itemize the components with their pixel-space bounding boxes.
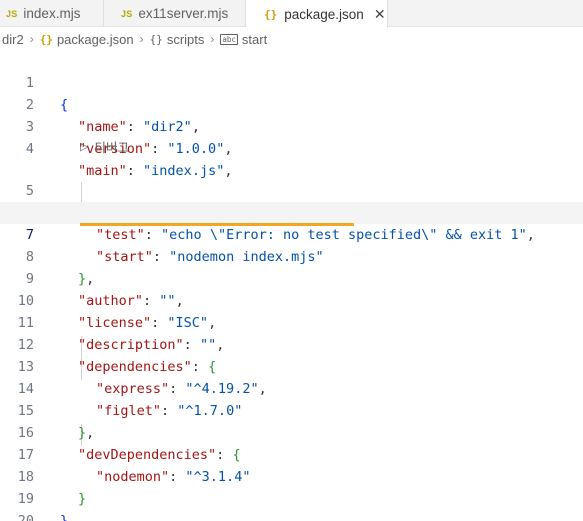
json-file-icon: {}	[264, 7, 278, 21]
line-number: 20	[17, 513, 34, 521]
play-icon: ▷	[80, 140, 89, 153]
object-icon: {}	[149, 32, 163, 46]
javascript-file-icon: JS	[121, 8, 133, 19]
debug-codelens[interactable]: ▷ 디버그	[80, 137, 129, 155]
code-line: 12 "dependencies": {	[0, 312, 583, 375]
code-line: 3 "version": "1.0.0",	[0, 94, 583, 157]
json-file-icon: {}	[39, 32, 53, 46]
code-line: 13 "express": "^4.19.2",	[0, 334, 583, 397]
tab-package-json[interactable]: {} package.json ✕	[246, 0, 388, 28]
code-line: 6 "test": "echo \"Error: no test specifi…	[0, 180, 583, 243]
code-line: 18 }	[0, 444, 583, 507]
breadcrumb-item-start[interactable]: start	[242, 32, 267, 47]
code-line: 1 {	[0, 50, 583, 113]
tab-index-mjs[interactable]: JS index.mjs	[0, 0, 104, 27]
tab-ex11server-mjs[interactable]: JS ex11server.mjs	[104, 0, 246, 27]
code-line: 19 }	[0, 466, 583, 521]
tab-label: index.mjs	[23, 6, 81, 21]
tab-label: package.json	[284, 6, 364, 22]
debug-codelens-label: 디버그	[94, 140, 129, 155]
tab-label: ex11server.mjs	[138, 6, 229, 21]
code-line: 16 "devDependencies": {	[0, 400, 583, 463]
code-line: 17 "nodemon": "^3.1.4"	[0, 422, 583, 485]
chevron-right-icon: ›	[29, 32, 34, 46]
code-line: 4 "main": "index.js",	[0, 116, 583, 179]
code-line: 15 },	[0, 378, 583, 441]
tab-bar: JS index.mjs JS ex11server.mjs {} packag…	[0, 0, 583, 28]
chevron-right-icon: ›	[139, 32, 144, 46]
code-line: 8 },	[0, 224, 583, 287]
code-line: 14 "figlet": "^1.7.0"	[0, 356, 583, 419]
line-number: 4	[25, 141, 34, 157]
code-line: 9 "author": "",	[0, 246, 583, 309]
breadcrumb-item-dir2[interactable]: dir2	[2, 32, 24, 47]
code-line: 20	[0, 488, 583, 521]
breadcrumb: dir2 › {} package.json › {} scripts › ab…	[0, 28, 583, 50]
close-icon[interactable]: ✕	[374, 6, 386, 23]
code-editor[interactable]: 1 { 2 "name": "dir2", 3 "version": "1.0.…	[0, 50, 583, 521]
breadcrumb-item-package-json[interactable]: package.json	[57, 32, 134, 47]
code-line: 5 "scripts": {	[0, 158, 583, 221]
code-line: 10 "license": "ISC",	[0, 268, 583, 331]
code-line-current: 7 "start": "nodemon index.mjs"	[0, 202, 583, 265]
code-line: 11 "description": "",	[0, 290, 583, 353]
chevron-right-icon: ›	[210, 32, 215, 46]
string-icon: abc	[220, 33, 238, 45]
javascript-file-icon: JS	[6, 8, 18, 19]
breadcrumb-item-scripts[interactable]: scripts	[167, 32, 205, 47]
code-line: 2 "name": "dir2",	[0, 72, 583, 135]
